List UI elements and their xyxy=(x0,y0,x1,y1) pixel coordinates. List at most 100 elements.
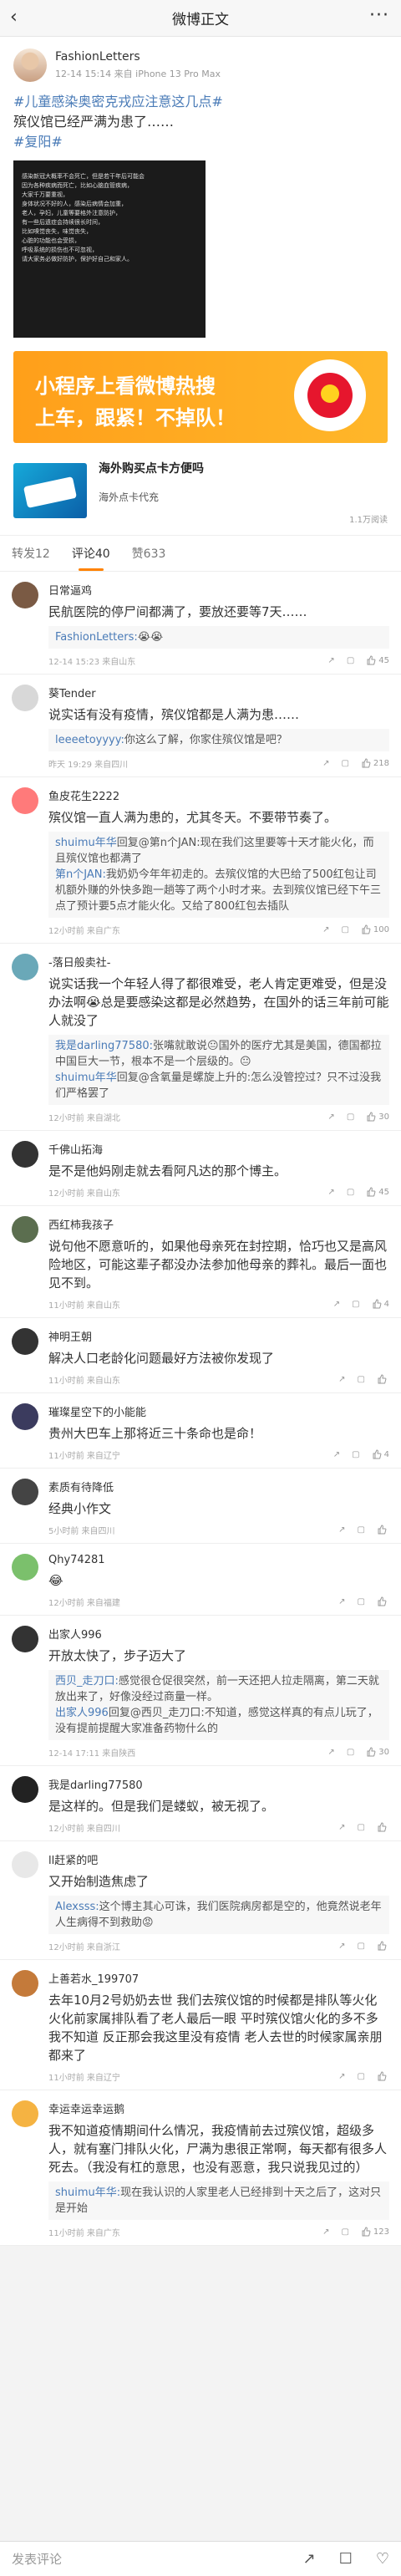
share-icon[interactable]: ↗ xyxy=(322,925,329,934)
hot-search-banner[interactable]: 小程序上看微博热搜 上车，跟紧！不掉队！ xyxy=(13,351,388,443)
share-icon[interactable]: ↗ xyxy=(303,2550,316,2568)
commenter-name[interactable]: 日常逼鸡 xyxy=(48,582,389,598)
author-name[interactable]: FashionLetters xyxy=(55,50,221,64)
avatar[interactable] xyxy=(12,1141,38,1168)
commenter-name[interactable]: Qhy74281 xyxy=(48,1554,389,1566)
like-button[interactable] xyxy=(377,1374,389,1384)
reply-icon[interactable]: ▢ xyxy=(341,2227,348,2237)
avatar[interactable] xyxy=(12,954,38,980)
reply-icon[interactable]: ▢ xyxy=(347,656,354,665)
like-button[interactable]: 123 xyxy=(361,2227,389,2237)
avatar[interactable] xyxy=(12,1851,38,1878)
like-button[interactable]: 45 xyxy=(366,655,389,665)
commenter-name[interactable]: 幸运幸运幸运鹅 xyxy=(48,2100,389,2116)
reply-user[interactable]: shuimu年华 xyxy=(55,1072,117,1084)
commenter-name[interactable]: ll赶紧的吧 xyxy=(48,1851,389,1867)
ad-card[interactable]: 海外购买点卡方便吗 海外点卡代充 1.1万阅读 xyxy=(13,455,388,527)
share-icon[interactable]: ↗ xyxy=(327,1748,334,1757)
like-button[interactable]: 30 xyxy=(366,1112,389,1122)
commenter-name[interactable]: 神明王朝 xyxy=(48,1328,389,1344)
post-author[interactable]: FashionLetters 12-14 15:14 来自 iPhone 13 … xyxy=(13,48,388,82)
reply-icon[interactable]: ▢ xyxy=(352,1300,359,1309)
avatar[interactable] xyxy=(13,48,47,82)
avatar[interactable] xyxy=(12,582,38,608)
share-icon[interactable]: ↗ xyxy=(322,759,329,768)
commenter-name[interactable]: 葵Tender xyxy=(48,685,389,700)
tab-comments[interactable]: 评论40 xyxy=(72,536,110,571)
commenter-name[interactable]: 鱼皮花生2222 xyxy=(48,787,389,803)
like-button[interactable]: 45 xyxy=(366,1187,389,1197)
share-icon[interactable]: ↗ xyxy=(338,1942,345,1951)
reply-icon[interactable]: ▢ xyxy=(358,1597,365,1606)
commenter-name[interactable]: 千佛山拓海 xyxy=(48,1141,389,1157)
avatar[interactable] xyxy=(12,1216,38,1243)
share-icon[interactable]: ↗ xyxy=(333,1450,340,1459)
share-icon[interactable]: ↗ xyxy=(322,2227,329,2237)
avatar[interactable] xyxy=(12,1328,38,1355)
like-button[interactable]: 218 xyxy=(361,758,389,768)
reply-user[interactable]: FashionLetters: xyxy=(55,631,138,644)
reply-user[interactable]: 我是darling77580: xyxy=(55,1040,153,1052)
reply-user[interactable]: 第n个JAN: xyxy=(55,868,106,881)
commenter-name[interactable]: 出家人996 xyxy=(48,1626,389,1642)
like-button[interactable]: 4 xyxy=(372,1299,389,1309)
reply-icon[interactable]: ▢ xyxy=(347,1748,354,1757)
share-icon[interactable]: ↗ xyxy=(327,1112,334,1122)
reply-user[interactable]: 出家人996 xyxy=(55,1707,109,1719)
reply-icon[interactable]: ▢ xyxy=(358,2072,365,2081)
like-icon[interactable]: ♡ xyxy=(376,2550,389,2568)
avatar[interactable] xyxy=(12,1626,38,1652)
reply-block[interactable]: shuimu年华回复@第n个JAN:现在我们这里要等十天才能火化，而且殡仪馆也都… xyxy=(48,832,389,918)
share-icon[interactable]: ↗ xyxy=(338,1597,345,1606)
topic-link[interactable]: #儿童感染奥密克戎应注意这几点# xyxy=(13,94,223,109)
avatar[interactable] xyxy=(12,1403,38,1430)
topic-link[interactable]: #复阳# xyxy=(13,134,63,150)
like-button[interactable] xyxy=(377,1822,389,1832)
avatar[interactable] xyxy=(12,685,38,711)
tab-likes[interactable]: 赞633 xyxy=(132,536,166,571)
comment-icon[interactable]: ☐ xyxy=(339,2550,353,2568)
reply-block[interactable]: leeeetoyyyy:你这么了解，你家住殡仪馆是吧？ xyxy=(48,729,389,751)
reply-icon[interactable]: ▢ xyxy=(358,1942,365,1951)
reply-block[interactable]: Alexsss:这个博主其心可诛，我们医院病房都是空的，他竟然说老年人生病得不到… xyxy=(48,1896,389,1934)
comment-input[interactable]: 发表评论 xyxy=(12,2550,280,2568)
share-icon[interactable]: ↗ xyxy=(338,1525,345,1535)
reply-icon[interactable]: ▢ xyxy=(358,1823,365,1832)
back-icon[interactable]: ‹ xyxy=(10,8,18,27)
reply-icon[interactable]: ▢ xyxy=(347,1188,354,1197)
like-button[interactable]: 30 xyxy=(366,1747,389,1757)
reply-icon[interactable]: ▢ xyxy=(358,1525,365,1535)
avatar[interactable] xyxy=(12,1776,38,1803)
like-button[interactable]: 100 xyxy=(361,924,389,934)
share-icon[interactable]: ↗ xyxy=(338,1823,345,1832)
reply-block[interactable]: shuimu年华:现在我认识的人家里老人已经排到十天之后了，这对只是开始 xyxy=(48,2181,389,2220)
like-button[interactable] xyxy=(377,2071,389,2081)
tab-repost[interactable]: 转发12 xyxy=(12,536,50,571)
commenter-name[interactable]: 我是darling77580 xyxy=(48,1776,389,1792)
share-icon[interactable]: ↗ xyxy=(338,2072,345,2081)
avatar[interactable] xyxy=(12,787,38,814)
reply-user[interactable]: shuimu年华: xyxy=(55,2187,120,2199)
reply-user[interactable]: leeeetoyyyy: xyxy=(55,734,124,746)
commenter-name[interactable]: 西红柿我孩子 xyxy=(48,1216,389,1232)
reply-user[interactable]: 西贝_走刀口: xyxy=(55,1675,119,1688)
like-button[interactable]: 4 xyxy=(372,1449,389,1459)
reply-icon[interactable]: ▢ xyxy=(352,1450,359,1459)
more-icon[interactable]: ··· xyxy=(369,5,389,26)
reply-icon[interactable]: ▢ xyxy=(341,759,348,768)
share-icon[interactable]: ↗ xyxy=(327,1188,334,1197)
reply-block[interactable]: 西贝_走刀口:感觉很仓促很突然，前一天还把人拉走隔离，第二天就放出来了，好像没经… xyxy=(48,1670,389,1740)
reply-icon[interactable]: ▢ xyxy=(341,925,348,934)
reply-user[interactable]: shuimu年华 xyxy=(55,837,117,849)
commenter-name[interactable]: 上善若水_199707 xyxy=(48,1970,389,1986)
reply-user[interactable]: Alexsss: xyxy=(55,1901,99,1913)
reply-icon[interactable]: ▢ xyxy=(347,1112,354,1122)
avatar[interactable] xyxy=(12,1970,38,1997)
avatar[interactable] xyxy=(12,2100,38,2127)
avatar[interactable] xyxy=(12,1479,38,1505)
like-button[interactable] xyxy=(377,1596,389,1606)
like-button[interactable] xyxy=(377,1941,389,1951)
share-icon[interactable]: ↗ xyxy=(333,1300,340,1309)
like-button[interactable] xyxy=(377,1525,389,1535)
reply-block[interactable]: 我是darling77580:张嘴就敢说😐国外的医疗尤其是美国，德国都拉中国巨大… xyxy=(48,1035,389,1105)
